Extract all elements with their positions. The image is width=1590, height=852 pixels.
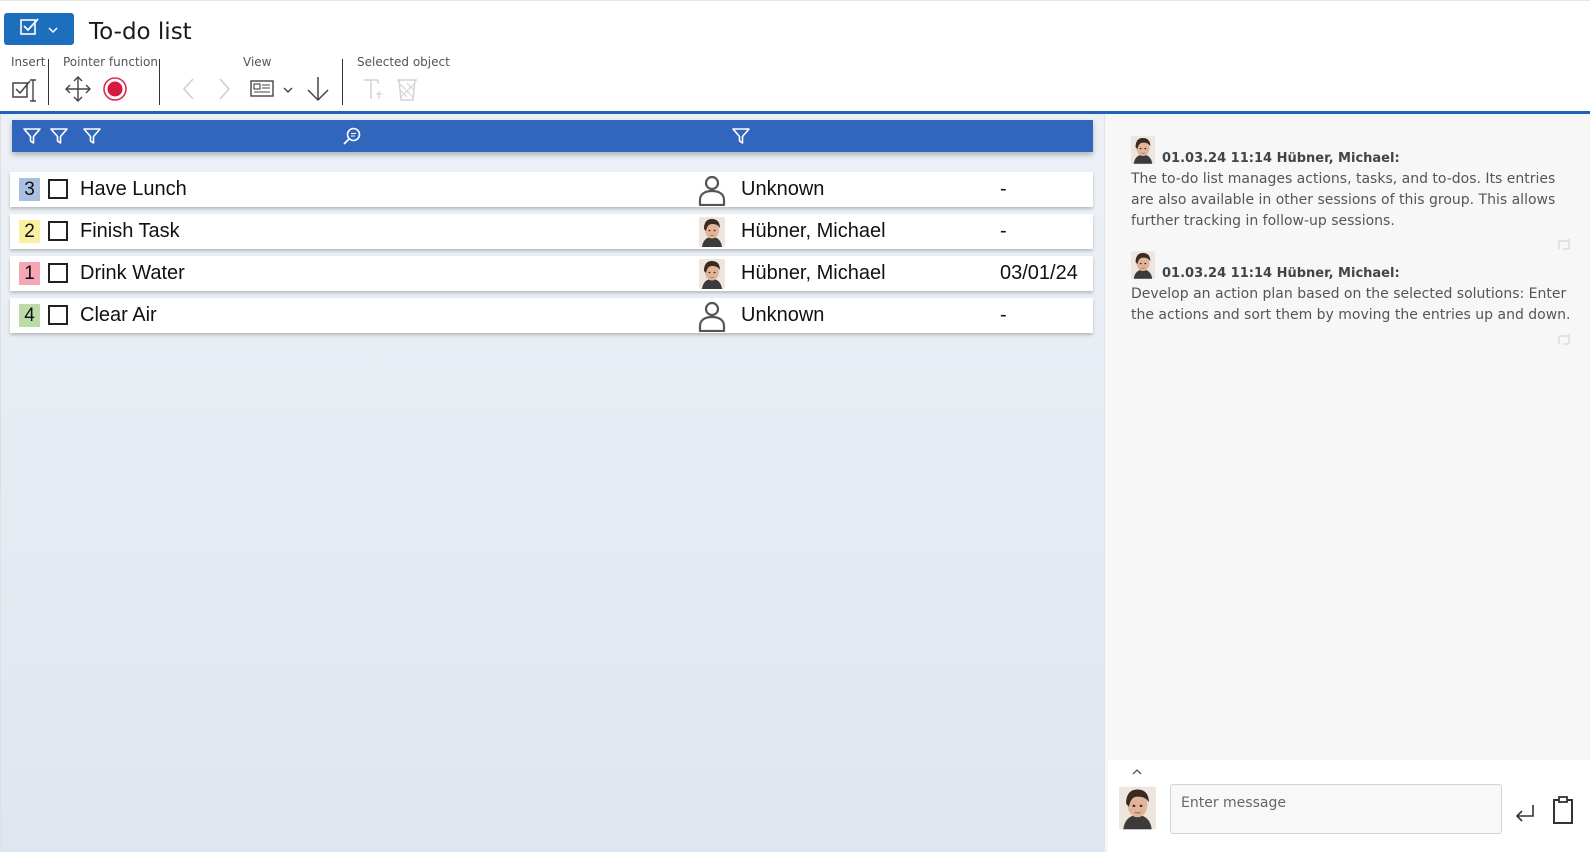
priority-badge[interactable]: 3 — [19, 178, 40, 201]
comment-text: The to-do list manages actions, tasks, a… — [1131, 171, 1556, 229]
view-list-icon — [250, 80, 293, 97]
comment-meta: 01.03.24 11:14 Hübner, Michael: — [1162, 266, 1400, 281]
clipboard-button[interactable] — [1550, 794, 1576, 826]
header: To-do list Insert Pointer function View … — [0, 0, 1590, 115]
todo-checkbox[interactable] — [48, 305, 68, 325]
sort-down-button[interactable] — [303, 73, 333, 105]
filter-title-button[interactable] — [82, 126, 102, 146]
previous-button[interactable] — [174, 73, 204, 105]
toolbar-group-view-label: View — [243, 55, 272, 69]
toolbar-group-pointer-label: Pointer function — [63, 55, 158, 69]
app-menu-button[interactable] — [4, 13, 74, 45]
chevron-up-icon — [1132, 769, 1142, 775]
todo-checkbox[interactable] — [48, 179, 68, 199]
checkbox-icon — [20, 17, 40, 41]
search-button[interactable] — [342, 126, 362, 146]
filter-status-button[interactable] — [49, 126, 69, 146]
chevron-right-icon — [219, 78, 231, 100]
funnel-icon — [731, 126, 751, 146]
todo-title: Finish Task — [80, 220, 180, 242]
todo-owner: Unknown — [741, 304, 825, 326]
funnel-icon — [22, 126, 42, 146]
edit-text-button[interactable] — [357, 73, 387, 105]
send-button[interactable] — [1512, 800, 1538, 826]
person-icon — [697, 300, 727, 331]
funnel-icon — [49, 126, 69, 146]
avatar — [1131, 136, 1155, 164]
todo-owner: Hübner, Michael — [741, 262, 886, 284]
filter-priority-button[interactable] — [22, 126, 42, 146]
todo-list-area: 3 Have Lunch Unknown - 2 Finish Task Hüb… — [0, 114, 1104, 852]
comment-to-todo-button[interactable] — [1557, 331, 1573, 345]
todo-checkbox[interactable] — [48, 263, 68, 283]
collapse-button[interactable] — [1130, 764, 1144, 775]
message-composer — [1108, 760, 1590, 852]
todo-due-date: - — [1000, 220, 1007, 242]
chevron-down-icon — [48, 20, 58, 38]
message-input[interactable] — [1170, 784, 1502, 834]
filter-bar — [12, 120, 1093, 152]
insert-todo-icon — [12, 79, 36, 102]
delete-button[interactable] — [392, 73, 422, 105]
todo-row[interactable]: 2 Finish Task Hübner, Michael - — [10, 214, 1093, 249]
comment-meta: 01.03.24 11:14 Hübner, Michael: — [1162, 151, 1400, 166]
pointer-tool-button[interactable] — [100, 73, 130, 105]
toolbar-group-selected-label: Selected object — [357, 55, 450, 69]
comment: 01.03.24 11:14 Hübner, Michael: The to-d… — [1131, 136, 1571, 250]
priority-badge[interactable]: 4 — [19, 304, 40, 327]
todo-row[interactable]: 4 Clear Air Unknown - — [10, 298, 1093, 333]
todo-due-date: 03/01/24 — [1000, 262, 1078, 284]
toolbar-group-insert-label: Insert — [11, 55, 46, 69]
clipboard-icon — [1553, 796, 1573, 824]
comment-to-todo-button[interactable] — [1557, 236, 1573, 250]
search-icon — [343, 127, 361, 145]
move-tool-button[interactable] — [63, 73, 93, 105]
convert-icon — [1558, 239, 1570, 250]
arrow-down-icon — [307, 77, 329, 102]
person-icon — [697, 174, 727, 205]
page-title: To-do list — [89, 19, 192, 45]
todo-title: Have Lunch — [80, 178, 187, 200]
todo-title: Clear Air — [80, 304, 157, 326]
next-button[interactable] — [209, 73, 239, 105]
todo-row[interactable]: 1 Drink Water Hübner, Michael 03/01/24 — [10, 256, 1093, 291]
todo-due-date: - — [1000, 304, 1007, 326]
todo-checkbox[interactable] — [48, 221, 68, 241]
enter-arrow-icon — [1515, 805, 1534, 822]
priority-badge[interactable]: 1 — [19, 262, 40, 285]
todo-owner: Unknown — [741, 178, 825, 200]
trash-icon — [397, 79, 417, 101]
text-icon — [364, 79, 382, 99]
todo-title: Drink Water — [80, 262, 185, 284]
toolbar-separator — [159, 59, 160, 105]
toolbar-separator — [342, 59, 343, 105]
move-arrows-icon — [65, 76, 91, 102]
priority-badge[interactable]: 2 — [19, 220, 40, 243]
insert-todo-button[interactable] — [9, 73, 39, 105]
avatar — [697, 258, 727, 289]
todo-owner: Hübner, Michael — [741, 220, 886, 242]
avatar — [697, 216, 727, 247]
avatar — [1119, 784, 1156, 832]
laser-pointer-icon — [103, 77, 127, 101]
funnel-icon — [82, 126, 102, 146]
comments-panel: 01.03.24 11:14 Hübner, Michael: The to-d… — [1104, 114, 1590, 852]
comment: 01.03.24 11:14 Hübner, Michael: Develop … — [1131, 251, 1571, 345]
filter-owner-button[interactable] — [731, 126, 751, 146]
convert-icon — [1558, 334, 1570, 345]
comment-text: Develop an action plan based on the sele… — [1131, 286, 1571, 323]
todo-due-date: - — [1000, 178, 1007, 200]
view-mode-dropdown[interactable] — [249, 73, 295, 105]
todo-row[interactable]: 3 Have Lunch Unknown - — [10, 172, 1093, 207]
chevron-left-icon — [182, 78, 194, 100]
toolbar-separator — [48, 59, 49, 105]
avatar — [1131, 251, 1155, 279]
